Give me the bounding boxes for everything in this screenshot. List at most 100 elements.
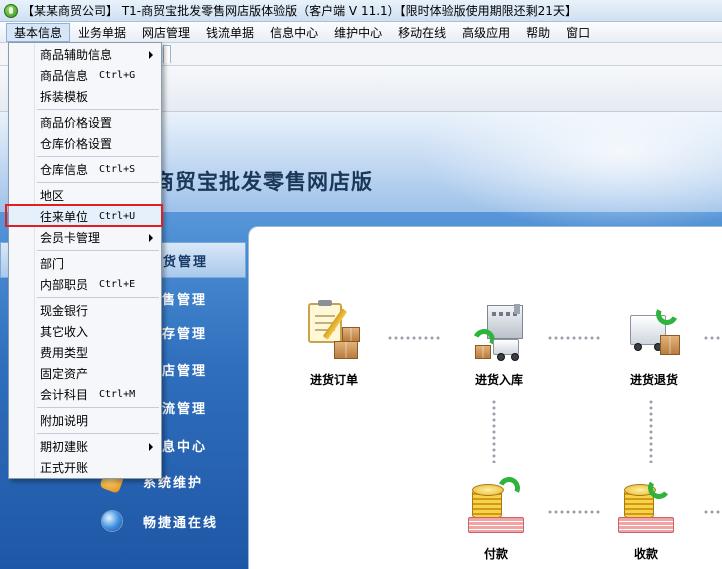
flow-label: 进货退货: [629, 373, 678, 387]
purchase-order-icon: [302, 300, 366, 365]
flow-label: 收款: [633, 547, 658, 561]
menu-item-shortcut: Ctrl+M: [99, 389, 136, 400]
menu-separator: [37, 109, 159, 110]
basic-info-dropdown: 商品辅助信息 商品信息 Ctrl+G 拆装模板 商品价格设置 仓库价格设置 仓库…: [8, 42, 162, 479]
menu-item-label: 仓库价格设置: [40, 137, 113, 151]
receipt-icon: [614, 475, 678, 539]
menu-item-expense-type[interactable]: 费用类型: [9, 342, 161, 363]
banner-glow: [420, 112, 722, 232]
menu-item-product-aux-info[interactable]: 商品辅助信息: [9, 44, 161, 65]
menu-separator: [37, 182, 159, 183]
submenu-arrow-icon: [149, 443, 153, 451]
menu-item-label: 部门: [40, 257, 65, 271]
menu-online-store[interactable]: 网店管理: [134, 23, 198, 42]
menu-item-opening-setup[interactable]: 期初建账: [9, 436, 161, 457]
menu-item-shortcut: Ctrl+E: [99, 279, 136, 290]
menu-separator: [37, 407, 159, 408]
menu-window[interactable]: 窗口: [558, 23, 598, 42]
flow-label: 进货订单: [309, 373, 358, 387]
menu-item-label: 现金银行: [40, 304, 89, 318]
menu-item-label: 正式开账: [40, 461, 89, 475]
app-logo-icon: [4, 3, 18, 18]
flow-connector: [547, 336, 601, 340]
menu-item-fixed-assets[interactable]: 固定资产: [9, 363, 161, 384]
menu-item-region[interactable]: 地区: [9, 185, 161, 206]
menu-item-cash-bank[interactable]: 现金银行: [9, 300, 161, 321]
menu-item-department[interactable]: 部门: [9, 253, 161, 274]
nav-item-label: 货管理: [163, 254, 209, 270]
menu-item-label: 期初建账: [40, 440, 89, 454]
flow-purchase-receipt[interactable]: 进货入库: [454, 301, 544, 388]
flow-connector: [649, 399, 653, 463]
menu-item-label: 地区: [40, 189, 65, 203]
menu-item-shortcut: Ctrl+U: [99, 211, 136, 222]
flow-purchase-order[interactable]: 进货订单: [289, 300, 379, 388]
flow-label: 付款: [483, 547, 508, 561]
menu-item-label: 仓库信息: [40, 163, 89, 177]
menu-item-product-price-settings[interactable]: 商品价格设置: [9, 112, 161, 133]
menu-item-label: 附加说明: [40, 414, 89, 428]
menu-item-accounting-subjects[interactable]: 会计科目 Ctrl+M: [9, 384, 161, 405]
menu-cash-documents[interactable]: 钱流单据: [198, 23, 262, 42]
banner-title: 商贸宝批发零售网店版: [153, 169, 373, 194]
menu-separator: [37, 433, 159, 434]
flow-connector: [492, 399, 496, 463]
menu-item-shortcut: Ctrl+S: [99, 164, 136, 175]
menu-item-label: 往来单位: [40, 210, 89, 224]
flow-connector: [547, 510, 601, 514]
menu-advanced[interactable]: 高级应用: [454, 23, 518, 42]
globe-icon: [102, 511, 122, 531]
menu-basic-info[interactable]: 基本信息: [6, 22, 71, 42]
menu-separator: [37, 156, 159, 157]
menu-item-additional-notes[interactable]: 附加说明: [9, 410, 161, 431]
menu-info-center[interactable]: 信息中心: [262, 23, 326, 42]
menu-item-assembly-template[interactable]: 拆装模板: [9, 86, 161, 107]
menu-business-documents[interactable]: 业务单据: [70, 23, 134, 42]
flow-label: 进货入库: [474, 373, 523, 387]
nav-item-label: 息中心: [162, 439, 208, 455]
window-title: 【某某商贸公司】 T1-商贸宝批发零售网店版体验版（客户端 V 11.1）【限时…: [22, 4, 577, 18]
menu-item-other-income[interactable]: 其它收入: [9, 321, 161, 342]
menu-item-warehouse-info[interactable]: 仓库信息 Ctrl+S: [9, 159, 161, 180]
nav-item-label: 店管理: [162, 363, 208, 379]
menu-item-label: 商品信息: [40, 69, 89, 83]
menu-mobile-online[interactable]: 移动在线: [390, 23, 454, 42]
submenu-arrow-icon: [149, 51, 153, 59]
menu-item-label: 其它收入: [40, 325, 89, 339]
menu-item-label: 内部职员: [40, 278, 89, 292]
nav-item-label: 售管理: [162, 292, 208, 308]
nav-item-label: 存管理: [162, 326, 208, 342]
nav-item-label: 流管理: [162, 401, 208, 417]
menu-item-member-card-management[interactable]: 会员卡管理: [9, 227, 161, 248]
menu-item-formal-opening[interactable]: 正式开账: [9, 457, 161, 478]
menu-item-business-partners[interactable]: 往来单位 Ctrl+U: [9, 206, 161, 227]
menu-item-shortcut: Ctrl+G: [99, 70, 136, 81]
menu-item-label: 费用类型: [40, 346, 89, 360]
menu-bar: 基本信息 业务单据 网店管理 钱流单据 信息中心 维护中心 移动在线 高级应用 …: [0, 22, 722, 43]
menu-separator: [37, 250, 159, 251]
menu-item-internal-staff[interactable]: 内部职员 Ctrl+E: [9, 274, 161, 295]
title-bar: 【某某商贸公司】 T1-商贸宝批发零售网店版体验版（客户端 V 11.1）【限时…: [0, 0, 722, 22]
payment-icon: [464, 473, 528, 539]
flow-connector: [387, 336, 441, 340]
nav-item-chanjet-online[interactable]: 畅捷通在线: [0, 503, 246, 539]
menu-item-label: 会员卡管理: [40, 231, 101, 245]
document-tab[interactable]: [163, 45, 171, 63]
flow-purchase-return[interactable]: 进货退货: [609, 299, 699, 388]
menu-item-label: 拆装模板: [40, 90, 89, 104]
purchase-return-icon: [622, 299, 686, 365]
business-flow-panel: 进货订单 进货入库 进货退货 付款 收款: [248, 226, 722, 569]
menu-item-label: 商品辅助信息: [40, 48, 113, 62]
purchase-receipt-icon: [467, 301, 531, 365]
flow-payment[interactable]: 付款: [451, 473, 541, 562]
menu-maintenance-center[interactable]: 维护中心: [326, 23, 390, 42]
menu-item-label: 固定资产: [40, 367, 89, 381]
flow-receipt[interactable]: 收款: [601, 475, 691, 562]
nav-item-label: 畅捷通在线: [143, 515, 219, 531]
flow-connector: [703, 510, 722, 514]
menu-help[interactable]: 帮助: [518, 23, 558, 42]
menu-item-product-info[interactable]: 商品信息 Ctrl+G: [9, 65, 161, 86]
menu-item-label: 会计科目: [40, 388, 89, 402]
menu-item-warehouse-price-settings[interactable]: 仓库价格设置: [9, 133, 161, 154]
submenu-arrow-icon: [149, 234, 153, 242]
